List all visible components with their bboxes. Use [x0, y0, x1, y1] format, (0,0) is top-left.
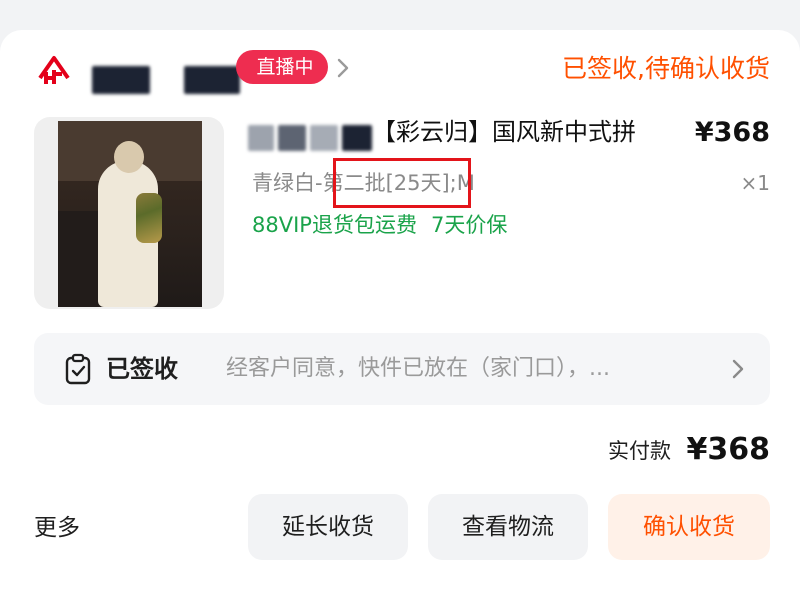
chevron-right-icon[interactable]	[334, 56, 352, 80]
more-button[interactable]: 更多	[34, 508, 80, 548]
title-redacted	[278, 125, 306, 151]
product-thumbnail[interactable]	[34, 117, 224, 309]
product-price: ¥368	[694, 117, 770, 148]
confirm-receipt-button[interactable]: 确认收货	[608, 494, 770, 560]
product-photo	[58, 121, 202, 307]
perk-return-shipping: 88VIP退货包运费	[252, 213, 417, 237]
title-redacted	[248, 125, 274, 151]
service-perks: 88VIP退货包运费 7天价保	[252, 208, 507, 242]
delivery-status: 已签收	[106, 355, 178, 383]
shop-logo-icon	[38, 56, 70, 84]
product-quantity: ×1	[740, 171, 770, 195]
live-badge[interactable]: 直播中	[236, 50, 328, 84]
paid-amount: ¥368	[686, 432, 771, 467]
delivery-detail: 经客户同意，快件已放在（家门口），...	[226, 356, 610, 381]
clipboard-check-icon	[65, 353, 91, 385]
extend-receipt-button[interactable]: 延长收货	[248, 494, 408, 560]
view-logistics-button[interactable]: 查看物流	[428, 494, 588, 560]
product-title[interactable]: 【彩云归】国风新中式拼	[372, 113, 668, 151]
chevron-right-icon	[732, 359, 744, 379]
perk-price-protection: 7天价保	[430, 213, 508, 237]
title-redacted	[342, 125, 372, 151]
paid-label: 实付款	[608, 439, 671, 463]
highlight-box	[333, 158, 471, 208]
title-redacted	[310, 125, 338, 151]
shop-name-redacted	[92, 66, 150, 94]
shop-name-redacted	[184, 66, 240, 94]
order-status: 已签收,待确认收货	[562, 54, 770, 83]
delivery-status-bar[interactable]: 已签收 经客户同意，快件已放在（家门口），...	[34, 333, 770, 405]
top-strip	[0, 0, 800, 30]
